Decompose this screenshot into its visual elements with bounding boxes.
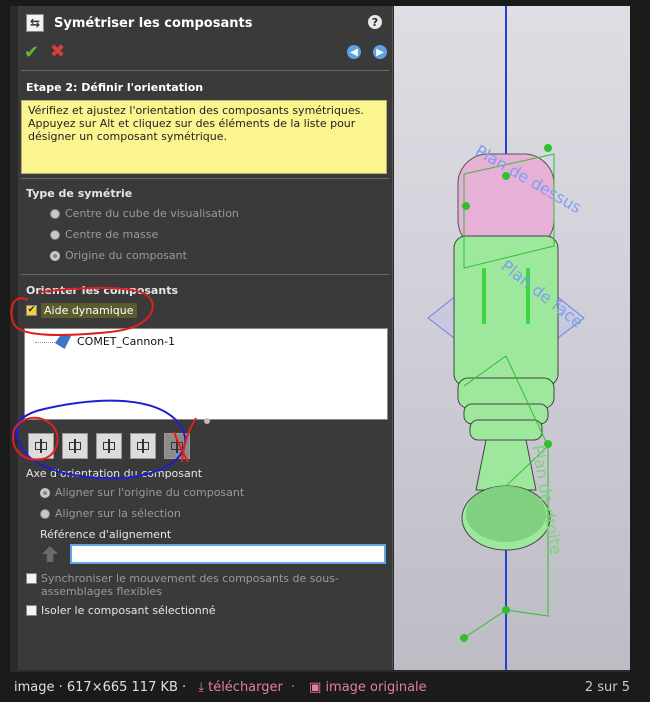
orient-components-title: Orienter les composants: [26, 284, 178, 297]
orientation-button-2[interactable]: [62, 433, 88, 459]
orientation-button-4[interactable]: [130, 433, 156, 459]
radio-button-selected[interactable]: [50, 250, 60, 261]
alignment-reference-title: Référence d'alignement: [40, 528, 172, 541]
radio-view-cube-center[interactable]: Centre du cube de visualisation: [50, 207, 239, 220]
arrow-left-icon[interactable]: ◀: [347, 45, 361, 59]
download-label: télécharger: [208, 679, 283, 695]
checkbox-label: Synchroniser le mouvement des composants…: [41, 572, 339, 598]
cannon-model: Plan de dessus Plan de face Plan de droi…: [427, 6, 587, 670]
image-info: image · 617×665 117 KB ·: [14, 679, 187, 695]
radio-component-origin[interactable]: Origine du composant: [50, 249, 187, 262]
orientation-button-3[interactable]: [96, 433, 122, 459]
axis-orientation-title: Axe d'orientation du composant: [26, 467, 203, 480]
radio-center-of-mass[interactable]: Centre de masse: [50, 228, 158, 241]
component-list[interactable]: COMET_Cannon-1: [24, 328, 388, 420]
check-icon[interactable]: ✔: [24, 42, 39, 63]
reference-arrow-icon: [42, 546, 58, 562]
titlebar: ⇆ Symétriser les composants ?: [18, 6, 392, 40]
mirror-orientation-icon: [136, 439, 150, 453]
step-title: Etape 2: Définir l'orientation: [26, 81, 204, 94]
symmetry-type-title: Type de symétrie: [26, 187, 133, 200]
mirror-components-icon: ⇆: [26, 14, 44, 32]
mirror-orientation-icon: [102, 439, 116, 453]
arrow-right-icon[interactable]: ▶: [373, 45, 387, 59]
checkbox-label: Isoler le composant sélectionné: [41, 604, 216, 617]
divider: [21, 178, 389, 179]
radio-label: Aligner sur la sélection: [55, 507, 181, 520]
radio-button-selected[interactable]: [40, 487, 50, 498]
radio-align-selection[interactable]: Aligner sur la sélection: [40, 507, 181, 520]
checkbox[interactable]: [26, 573, 37, 584]
pager: 2 sur 5: [584, 679, 630, 695]
orientation-button-1[interactable]: [28, 433, 54, 459]
checkbox-label: Aide dynamique: [41, 303, 137, 318]
radio-label: Aligner sur l'origine du composant: [55, 486, 245, 499]
original-image-link[interactable]: ▣ image originale: [309, 680, 427, 695]
radio-button[interactable]: [50, 208, 60, 219]
mirror-orientation-icon: [34, 439, 48, 453]
x-icon[interactable]: ✖: [50, 41, 65, 62]
panel-title: Symétriser les composants: [54, 15, 253, 31]
mirror-orientation-icon: [170, 439, 184, 453]
radio-label: Centre de masse: [65, 228, 159, 241]
help-icon[interactable]: ?: [368, 15, 382, 29]
mirror-orientation-icon: [68, 439, 82, 453]
image-footer: image · 617×665 117 KB · ⤓ télécharger ·…: [0, 672, 650, 702]
orientation-button-5[interactable]: [164, 433, 190, 459]
divider: [21, 70, 389, 71]
sync-flexible-checkbox[interactable]: Synchroniser le mouvement des composants…: [26, 572, 381, 598]
separator: ·: [290, 679, 296, 695]
dynamic-help-checkbox[interactable]: ✔ Aide dynamique: [26, 303, 137, 318]
resize-handle[interactable]: [204, 418, 210, 424]
radio-align-component-origin[interactable]: Aligner sur l'origine du composant: [40, 486, 244, 499]
list-item[interactable]: COMET_Cannon-1: [77, 335, 175, 348]
component-icon: [55, 334, 71, 349]
checkbox[interactable]: [26, 605, 37, 616]
original-label: image originale: [325, 679, 427, 695]
radio-label: Origine du composant: [65, 249, 187, 262]
download-link[interactable]: ⤓ télécharger: [198, 680, 283, 695]
alignment-reference-input[interactable]: [70, 544, 386, 564]
divider: [21, 274, 389, 275]
info-note: Vérifiez et ajustez l'orientation des co…: [21, 100, 387, 174]
action-bar: ✔ ✖ ◀ ▶: [18, 40, 392, 66]
radio-label: Centre du cube de visualisation: [65, 207, 239, 220]
graphics-viewport[interactable]: Plan de dessus Plan de face Plan de droi…: [394, 6, 630, 670]
property-manager-panel: ⇆ Symétriser les composants ? ✔ ✖ ◀ ▶ Et…: [18, 6, 393, 670]
isolate-component-checkbox[interactable]: Isoler le composant sélectionné: [26, 604, 216, 617]
radio-button[interactable]: [40, 508, 50, 519]
radio-button[interactable]: [50, 229, 60, 240]
checkbox[interactable]: ✔: [26, 305, 37, 316]
